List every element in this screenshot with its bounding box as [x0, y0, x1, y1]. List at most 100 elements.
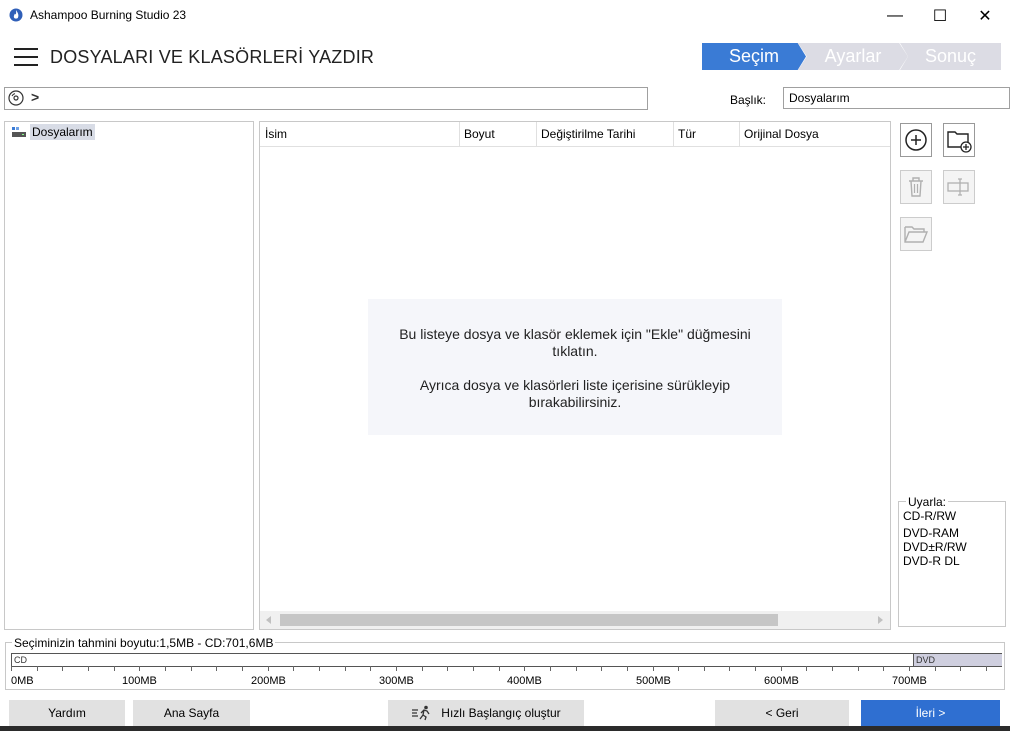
minimize-icon: —	[887, 7, 903, 24]
meter-tick	[678, 666, 679, 671]
tree-item-root[interactable]: Dosyalarım	[11, 124, 95, 140]
meter-tick	[88, 666, 89, 671]
quickstart-button[interactable]: Hızlı Başlangıç oluştur	[388, 700, 584, 726]
dvd-label: DVD	[916, 655, 936, 665]
scrollbar-thumb[interactable]	[280, 614, 778, 626]
meter-tick	[499, 666, 500, 671]
meter-tick	[653, 666, 654, 671]
column-type[interactable]: Tür	[673, 122, 740, 146]
meter-tick	[909, 666, 910, 671]
path-bar[interactable]: >	[4, 87, 648, 110]
hamburger-menu-icon[interactable]	[14, 48, 38, 68]
add-folder-button[interactable]	[943, 123, 975, 157]
meter-tick	[242, 666, 243, 671]
column-size[interactable]: Boyut	[459, 122, 537, 146]
meter-tick	[422, 666, 423, 671]
meter-tick	[832, 666, 833, 671]
meter-tick-label: 500MB	[636, 675, 671, 687]
step-result: Sonuç	[900, 43, 1001, 70]
home-button[interactable]: Ana Sayfa	[133, 700, 250, 726]
add-circle-icon	[905, 129, 927, 151]
flame-logo-icon	[9, 8, 23, 22]
meter-tick	[370, 666, 371, 671]
warning-item: CD-R/RW	[903, 509, 957, 523]
warning-item: DVD±R/RW	[903, 540, 967, 554]
running-person-icon	[412, 705, 430, 721]
chevron-right-icon[interactable]: >	[31, 89, 39, 105]
hint-line-2: Ayrıca dosya ve klasörleri liste içerisi…	[419, 377, 731, 410]
meter-tick	[729, 666, 730, 671]
taskbar-strip	[0, 726, 1010, 731]
column-modified[interactable]: Değiştirilme Tarihi	[536, 122, 674, 146]
horizontal-scrollbar[interactable]	[260, 611, 890, 629]
size-estimate-label: Seçiminizin tahmini boyutu:1,5MB - CD:70…	[12, 636, 276, 650]
meter-tick-label: 0MB	[11, 675, 34, 687]
cd-label: CD	[14, 655, 27, 665]
add-file-button[interactable]	[900, 123, 932, 157]
close-icon: ✕	[978, 8, 992, 25]
rename-button[interactable]	[943, 170, 975, 204]
file-list[interactable]: İsim Boyut Değiştirilme Tarihi Tür Oriji…	[259, 121, 891, 630]
meter-tick	[293, 666, 294, 671]
scroll-right-icon[interactable]	[875, 615, 885, 625]
next-button[interactable]: İleri >	[861, 700, 1000, 726]
drive-icon	[12, 127, 26, 137]
disc-icon[interactable]	[8, 90, 24, 106]
meter-tick	[165, 666, 166, 671]
meter-tick	[883, 666, 884, 671]
title-input[interactable]	[783, 87, 1010, 109]
meter-tick	[781, 666, 782, 671]
step-selection: Seçim	[702, 43, 806, 70]
help-button[interactable]: Yardım	[9, 700, 125, 726]
open-folder-button[interactable]	[900, 217, 932, 251]
maximize-button[interactable]: ☐	[917, 0, 963, 32]
meter-tick	[704, 666, 705, 671]
meter-tick	[216, 666, 217, 671]
meter-tick	[986, 666, 987, 671]
meter-tick	[935, 666, 936, 671]
close-button[interactable]: ✕	[962, 0, 1008, 32]
warning-item: DVD-R DL	[903, 554, 960, 568]
window-title: Ashampoo Burning Studio 23	[30, 8, 187, 22]
column-name[interactable]: İsim	[260, 122, 460, 146]
meter-tick-label: 300MB	[379, 675, 414, 687]
trash-icon	[909, 177, 923, 197]
quickstart-label: Hızlı Başlangıç oluştur	[441, 706, 561, 720]
meter-tick	[268, 666, 269, 671]
meter-tick	[473, 666, 474, 671]
add-folder-icon	[947, 131, 972, 153]
hint-line-1: Bu listeye dosya ve klasör eklemek için …	[399, 326, 751, 359]
meter-tick	[114, 666, 115, 671]
page-title: DOSYALARI VE KLASÖRLERİ YAZDIR	[50, 47, 375, 67]
meter-tick	[627, 666, 628, 671]
warning-item: DVD-RAM	[903, 526, 959, 540]
list-header: İsim Boyut Değiştirilme Tarihi Tür Oriji…	[260, 122, 890, 147]
column-original[interactable]: Orijinal Dosya	[739, 122, 890, 146]
capacity-meter: CD DVD	[11, 653, 1002, 667]
meter-tick	[550, 666, 551, 671]
scroll-left-icon[interactable]	[264, 615, 274, 625]
open-folder-icon	[904, 226, 929, 243]
meter-tick	[960, 666, 961, 671]
title-label: Başlık:	[730, 93, 767, 107]
warning-title: Uyarla:	[906, 495, 949, 509]
folder-tree[interactable]: Dosyalarım	[4, 121, 254, 630]
meter-tick	[858, 666, 859, 671]
step-settings: Ayarlar	[798, 43, 908, 70]
meter-tick	[62, 666, 63, 671]
meter-tick	[139, 666, 140, 671]
dvd-segment: DVD	[913, 654, 1002, 666]
back-button[interactable]: < Geri	[715, 700, 849, 726]
meter-tick-label: 400MB	[507, 675, 542, 687]
meter-tick	[319, 666, 320, 671]
rename-icon	[947, 178, 969, 196]
tree-item-label: Dosyalarım	[30, 124, 95, 140]
minimize-button[interactable]: —	[872, 0, 918, 32]
meter-tick	[601, 666, 602, 671]
meter-tick	[524, 666, 525, 671]
meter-tick	[191, 666, 192, 671]
meter-tick-label: 700MB	[892, 675, 927, 687]
delete-button[interactable]	[900, 170, 932, 204]
meter-tick	[755, 666, 756, 671]
meter-tick	[345, 666, 346, 671]
